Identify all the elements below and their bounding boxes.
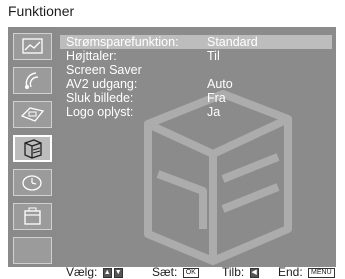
row-label: Logo oplyst:: [66, 105, 134, 119]
up-arrow-icon: ▲: [102, 267, 112, 278]
row-label: Strømsparefunktion:: [66, 35, 179, 49]
back-label: Tilb:: [222, 265, 245, 279]
sidebar-item-screen[interactable]: [13, 101, 52, 128]
row-label: AV2 udgang:: [66, 77, 138, 91]
menu-row-screen-saver[interactable]: Screen Saver: [60, 63, 332, 77]
row-label: Sluk billede:: [66, 91, 134, 105]
clock-icon: [22, 175, 42, 191]
menu-key-icon: MENU: [308, 267, 335, 278]
down-arrow-icon: ▼: [113, 267, 123, 278]
footer-set-hint: Sæt: OK: [152, 265, 199, 279]
menu-row-power-saving[interactable]: Strømsparefunktion: Standard: [60, 35, 332, 49]
picture-icon: [22, 38, 43, 54]
sound-icon: [25, 72, 39, 89]
sidebar: [8, 27, 56, 267]
sidebar-item-picture[interactable]: [13, 33, 52, 60]
footer-back-hint: Tilb: ◀: [222, 265, 259, 279]
tv-menu-screen: Funktioner Strømsparefunktion: Standard …: [0, 0, 345, 279]
menu-row-logo-illumination[interactable]: Logo oplyst: Ja: [60, 105, 332, 119]
left-arrow-icon: ◀: [249, 267, 259, 278]
select-label: Vælg:: [66, 265, 98, 279]
menu-row-picture-off[interactable]: Sluk billede: Fra: [60, 91, 332, 105]
sidebar-item-blank[interactable]: [13, 237, 52, 264]
sidebar-item-sound[interactable]: [13, 67, 52, 94]
menu-row-speaker[interactable]: Højttaler: Til: [60, 49, 332, 63]
features-icon: [24, 139, 42, 159]
setup-icon: [24, 207, 41, 225]
menu-panel: Strømsparefunktion: Standard Højttaler: …: [56, 27, 336, 267]
menu-row-av2-output[interactable]: AV2 udgang: Auto: [60, 77, 332, 91]
footer-end-hint: End: MENU: [278, 265, 335, 279]
row-label: Screen Saver: [66, 63, 142, 77]
sidebar-item-features[interactable]: [13, 135, 52, 162]
row-value: Auto: [207, 77, 233, 91]
screen-icon: [20, 107, 45, 122]
row-value: Ja: [207, 105, 221, 119]
sidebar-item-clock[interactable]: [13, 169, 52, 196]
footer-select-hint: Vælg: ▲ ▼: [66, 265, 123, 279]
set-label: Sæt:: [152, 265, 178, 279]
ok-key-icon: OK: [182, 267, 199, 278]
footer-help-bar: Vælg: ▲ ▼ Sæt: OK Tilb: ◀ End: MENU: [0, 265, 345, 279]
menu-list: Strømsparefunktion: Standard Højttaler: …: [60, 35, 332, 119]
row-value: Fra: [207, 91, 226, 105]
row-value: Standard: [207, 35, 258, 49]
menu-title: Funktioner: [8, 3, 75, 19]
end-label: End:: [278, 265, 303, 279]
sidebar-item-setup[interactable]: [13, 203, 52, 230]
row-label: Højttaler:: [66, 49, 117, 63]
row-value: Til: [207, 49, 220, 63]
